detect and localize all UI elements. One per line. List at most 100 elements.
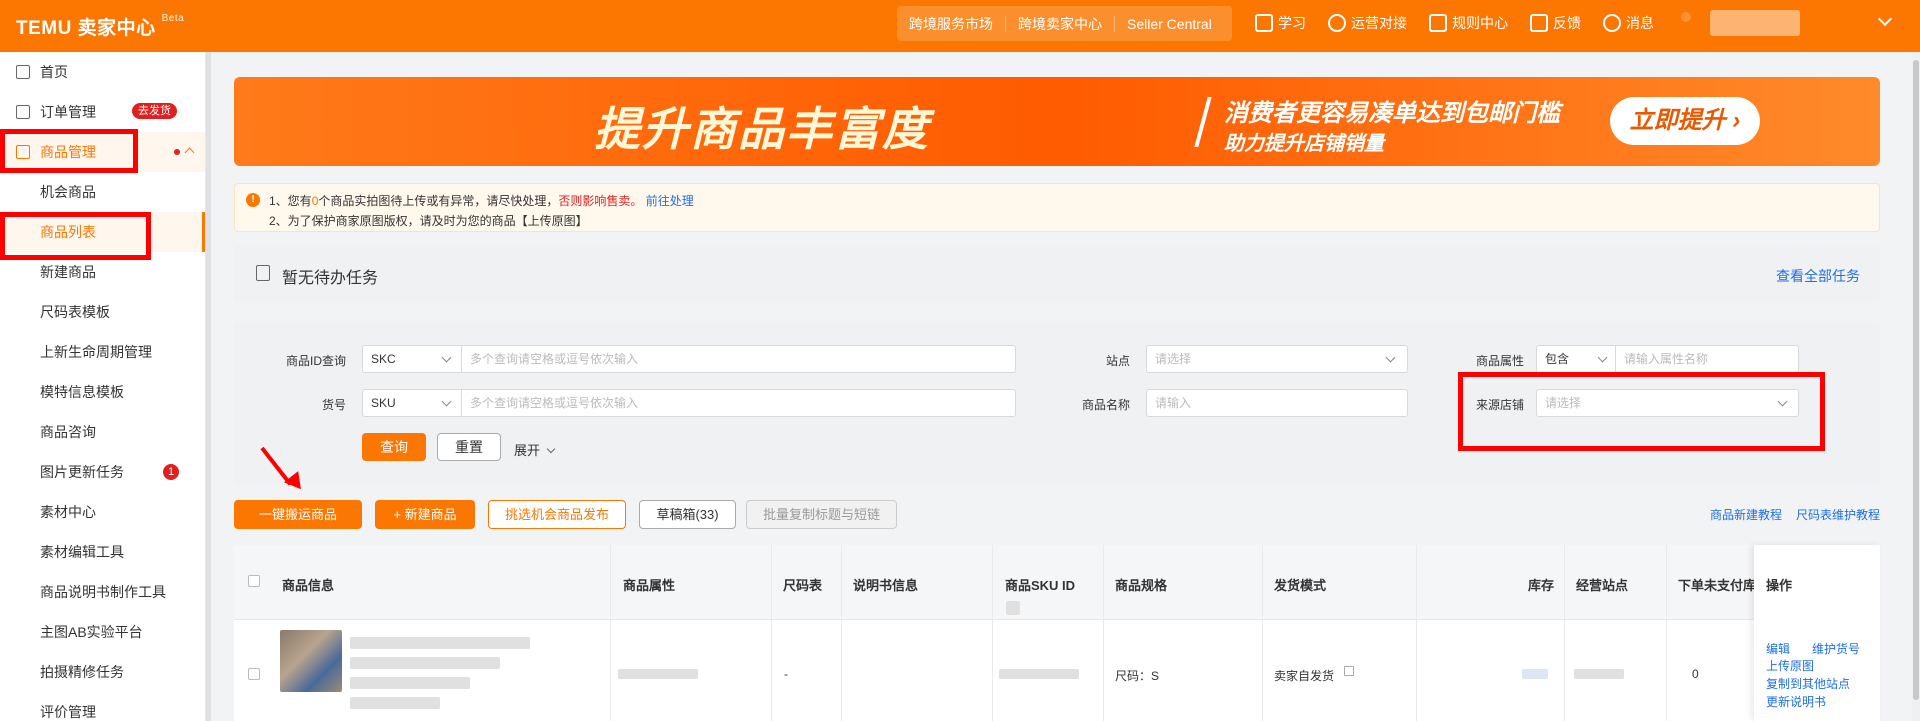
select-value: SKC bbox=[371, 352, 396, 366]
sidebar-label: 素材编辑工具 bbox=[40, 544, 124, 560]
new-product-button[interactable]: + 新建商品 bbox=[375, 500, 475, 529]
maintain-code-link[interactable]: 维护货号 bbox=[1812, 640, 1860, 657]
segment-seller-center[interactable]: 跨境卖家中心 bbox=[1006, 15, 1115, 32]
sidebar-scrollbar[interactable] bbox=[206, 52, 211, 721]
code-label: 货号 bbox=[321, 398, 346, 412]
temu-logo[interactable]: TEMU 卖家中心 Beta bbox=[16, 13, 184, 40]
one-click-move-button[interactable]: 一键搬运商品 bbox=[234, 500, 362, 529]
top-nav: 学习 运营对接 规则中心 反馈 消息 bbox=[1255, 0, 1654, 46]
code-type-select[interactable]: SKU bbox=[362, 389, 462, 417]
col-product-info: 商品信息 bbox=[282, 578, 335, 593]
code-query-input[interactable]: 多个查询请空格或逗号依次输入 bbox=[461, 389, 1016, 417]
scrollbar-thumb[interactable] bbox=[1913, 60, 1919, 700]
sidebar-item-ab-test[interactable]: 主图AB实验平台 bbox=[0, 612, 205, 652]
sku-header-icon bbox=[1006, 601, 1020, 615]
segment-service-market[interactable]: 跨境服务市场 bbox=[897, 15, 1006, 32]
col-manual: 说明书信息 bbox=[853, 578, 919, 593]
sidebar-item-opportunity[interactable]: 机会商品 bbox=[0, 172, 205, 212]
drafts-button[interactable]: 草稿箱(33) bbox=[639, 500, 736, 529]
sidebar-item-material[interactable]: 素材中心 bbox=[0, 492, 205, 532]
name-input[interactable]: 请输入 bbox=[1146, 389, 1408, 417]
sidebar-item-reviews[interactable]: 评价管理 bbox=[0, 692, 205, 721]
nav-feedback[interactable]: 反馈 bbox=[1530, 13, 1581, 33]
attr-input[interactable]: 请输入属性名称 bbox=[1615, 345, 1799, 373]
goto-process-link[interactable]: 前往处理 bbox=[646, 194, 694, 208]
notice-bar: ! 1、您有0个商品实拍图待上传或有异常，请尽快处理，否则影响售卖。 前往处理 … bbox=[234, 183, 1880, 232]
column-divider bbox=[992, 545, 993, 721]
sidebar-label: 主图AB实验平台 bbox=[40, 624, 143, 640]
chevron-up-icon bbox=[184, 147, 195, 158]
sidebar-label: 首页 bbox=[40, 64, 68, 80]
highlight-source-store bbox=[1458, 372, 1825, 451]
id-type-select[interactable]: SKC bbox=[362, 345, 462, 373]
row-checkbox[interactable] bbox=[248, 668, 260, 680]
beta-tag: Beta bbox=[161, 13, 185, 24]
notify-dot bbox=[174, 149, 180, 155]
banner-line2: 助力提升店铺销量 bbox=[1224, 133, 1384, 155]
sidebar-item-image-update[interactable]: 图片更新任务 1 bbox=[0, 452, 205, 492]
banner-line1: 消费者更容易凑单达到包邮门槛 bbox=[1224, 100, 1560, 127]
chevron-down-icon[interactable] bbox=[1877, 11, 1893, 27]
sidebar-item-lifecycle[interactable]: 上新生命周期管理 bbox=[0, 332, 205, 372]
nav-feedback-label: 反馈 bbox=[1553, 15, 1581, 31]
nav-operations[interactable]: 运营对接 bbox=[1328, 13, 1407, 33]
task-title: 暂无待办任务 bbox=[282, 270, 379, 287]
update-manual-link[interactable]: 更新说明书 bbox=[1766, 693, 1826, 710]
id-query-input[interactable]: 多个查询请空格或逗号依次输入 bbox=[461, 345, 1016, 373]
notice-warning: 否则影响售卖。 bbox=[558, 194, 643, 208]
account-avatar[interactable] bbox=[1710, 10, 1800, 36]
page-scrollbar[interactable] bbox=[1912, 52, 1920, 721]
column-divider bbox=[1564, 545, 1565, 721]
attribute-blurred bbox=[618, 669, 698, 679]
col-operations: 操作 bbox=[1766, 578, 1793, 593]
sidebar-label: 拍摄精修任务 bbox=[40, 664, 124, 680]
banner-cta-button[interactable]: 立即提升 › bbox=[1610, 97, 1760, 145]
size-tutorial-link[interactable]: 尺码表维护教程 bbox=[1796, 506, 1880, 523]
nav-rules[interactable]: 规则中心 bbox=[1429, 13, 1508, 33]
chevron-down-icon bbox=[1385, 352, 1396, 363]
promo-banner[interactable]: 提升商品丰富度 消费者更容易凑单达到包邮门槛 助力提升店铺销量 立即提升 › bbox=[234, 77, 1880, 166]
sku-id-blurred bbox=[999, 669, 1079, 679]
sidebar-label: 机会商品 bbox=[40, 184, 96, 200]
sidebar-item-photo-task[interactable]: 拍摄精修任务 bbox=[0, 652, 205, 692]
copy-to-site-link[interactable]: 复制到其他站点 bbox=[1766, 675, 1850, 692]
product-tutorial-link[interactable]: 商品新建教程 bbox=[1710, 506, 1782, 523]
name-label: 商品名称 bbox=[1081, 398, 1130, 412]
pick-opportunity-button[interactable]: 挑选机会商品发布 bbox=[488, 500, 626, 529]
nav-learn[interactable]: 学习 bbox=[1255, 13, 1306, 33]
nav-rules-label: 规则中心 bbox=[1452, 15, 1508, 31]
sidebar-label: 商品说明书制作工具 bbox=[40, 584, 166, 600]
edit-icon[interactable] bbox=[1344, 666, 1354, 676]
nav-messages-label: 消息 bbox=[1626, 15, 1654, 31]
document-icon bbox=[1429, 14, 1447, 32]
edit-link[interactable]: 编辑 bbox=[1766, 640, 1790, 657]
sidebar-label: 模特信息模板 bbox=[40, 384, 124, 400]
product-title-blurred bbox=[350, 637, 530, 649]
segment-seller-central[interactable]: Seller Central bbox=[1115, 16, 1224, 32]
select-value: 包含 bbox=[1545, 352, 1570, 366]
col-sites: 经营站点 bbox=[1576, 578, 1629, 593]
search-button[interactable]: 查询 bbox=[362, 433, 426, 461]
sidebar-item-material-editor[interactable]: 素材编辑工具 bbox=[0, 532, 205, 572]
view-all-tasks-link[interactable]: 查看全部任务 bbox=[1776, 266, 1860, 286]
nav-messages[interactable]: 消息 bbox=[1603, 13, 1654, 33]
batch-copy-button: 批量复制标题与短链 bbox=[746, 500, 897, 529]
spec-value: 尺码：S bbox=[1115, 669, 1160, 683]
upload-original-link[interactable]: 上传原图 bbox=[1766, 657, 1814, 674]
select-all-checkbox[interactable] bbox=[248, 575, 260, 587]
expand-toggle[interactable]: 展开 bbox=[514, 440, 555, 459]
chevron-down-icon bbox=[546, 444, 555, 454]
sidebar-item-consult[interactable]: 商品咨询 bbox=[0, 412, 205, 452]
sidebar-item-size-template[interactable]: 尺码表模板 bbox=[0, 292, 205, 332]
sidebar-item-manual-tool[interactable]: 商品说明书制作工具 bbox=[0, 572, 205, 612]
product-thumbnail[interactable] bbox=[280, 630, 342, 692]
site-select[interactable]: 请选择 bbox=[1146, 345, 1408, 373]
col-attributes: 商品属性 bbox=[623, 578, 676, 593]
sidebar-item-model-template[interactable]: 模特信息模板 bbox=[0, 372, 205, 412]
attr-type-select[interactable]: 包含 bbox=[1536, 345, 1616, 373]
sidebar-item-orders[interactable]: 订单管理 去发货 bbox=[0, 92, 205, 132]
home-icon bbox=[16, 65, 30, 79]
sidebar-item-home[interactable]: 首页 bbox=[0, 52, 205, 92]
reset-button[interactable]: 重置 bbox=[437, 433, 501, 461]
size-table-value: - bbox=[784, 667, 788, 681]
